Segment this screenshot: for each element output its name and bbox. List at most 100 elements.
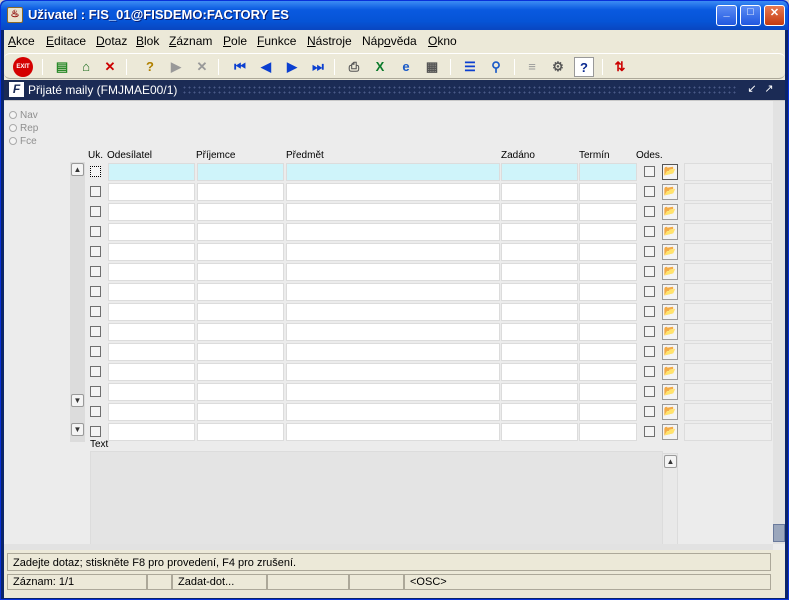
edit-icon[interactable]: ≡ <box>522 57 542 77</box>
sender-field[interactable] <box>108 363 195 381</box>
assigned-field[interactable] <box>501 343 578 361</box>
open-folder-icon[interactable]: 📂 <box>662 384 678 400</box>
menu-item-7[interactable]: Nástroje <box>307 34 352 48</box>
assigned-field[interactable] <box>501 383 578 401</box>
deadline-field[interactable] <box>579 303 637 321</box>
open-folder-icon[interactable]: 📂 <box>662 164 678 180</box>
assigned-field[interactable] <box>501 423 578 441</box>
uk-checkbox[interactable] <box>90 346 101 357</box>
open-folder-icon[interactable]: 📂 <box>662 284 678 300</box>
deadline-field[interactable] <box>579 163 637 181</box>
subject-field[interactable] <box>286 363 500 381</box>
subject-field[interactable] <box>286 183 500 201</box>
excel-icon[interactable]: X <box>370 57 390 77</box>
uk-checkbox[interactable] <box>90 246 101 257</box>
open-folder-icon[interactable]: 📂 <box>662 184 678 200</box>
assigned-field[interactable] <box>501 303 578 321</box>
text-scroll-up-icon[interactable]: ▲ <box>664 455 677 468</box>
sender-field[interactable] <box>108 423 195 441</box>
menu-item-1[interactable]: Editace <box>46 34 86 48</box>
recipient-field[interactable] <box>197 423 284 441</box>
uk-checkbox[interactable] <box>90 266 101 277</box>
menu-item-6[interactable]: Funkce <box>257 34 296 48</box>
uk-checkbox[interactable] <box>90 326 101 337</box>
radio-nav[interactable]: Nav <box>9 110 38 121</box>
title-bar[interactable]: ♨ Uživatel : FIS_01@FISDEMO:FACTORY ES _… <box>1 1 788 30</box>
open-folder-icon[interactable]: 📂 <box>662 204 678 220</box>
assigned-field[interactable] <box>501 403 578 421</box>
recipient-field[interactable] <box>197 223 284 241</box>
uk-checkbox[interactable] <box>90 306 101 317</box>
open-folder-icon[interactable]: 📂 <box>662 344 678 360</box>
deadline-field[interactable] <box>579 203 637 221</box>
deadline-field[interactable] <box>579 283 637 301</box>
uk-checkbox[interactable] <box>90 186 101 197</box>
scroll-down-icon[interactable]: ▼ <box>71 394 84 407</box>
subject-field[interactable] <box>286 223 500 241</box>
sent-checkbox[interactable] <box>644 206 655 217</box>
sent-checkbox[interactable] <box>644 386 655 397</box>
open-folder-icon[interactable]: 📂 <box>662 224 678 240</box>
form-title-bar[interactable]: F Přijaté maily (FMJMAE00/1) ↙ ↗ <box>4 80 785 100</box>
assigned-field[interactable] <box>501 363 578 381</box>
recipient-field[interactable] <box>197 383 284 401</box>
sender-field[interactable] <box>108 223 195 241</box>
recipient-field[interactable] <box>197 243 284 261</box>
recipient-field[interactable] <box>197 363 284 381</box>
form-maximize-icon[interactable]: ↗ <box>762 82 776 96</box>
recipient-field[interactable] <box>197 203 284 221</box>
uk-checkbox[interactable] <box>90 406 101 417</box>
sent-checkbox[interactable] <box>644 226 655 237</box>
cancel-query-icon[interactable]: ✕ <box>192 57 212 77</box>
sent-checkbox[interactable] <box>644 186 655 197</box>
subject-field[interactable] <box>286 163 500 181</box>
recipient-field[interactable] <box>197 183 284 201</box>
recipient-field[interactable] <box>197 343 284 361</box>
deadline-field[interactable] <box>579 323 637 341</box>
sender-field[interactable] <box>108 263 195 281</box>
subject-field[interactable] <box>286 423 500 441</box>
recipient-field[interactable] <box>197 303 284 321</box>
open-folder-icon[interactable]: 📂 <box>662 244 678 260</box>
subject-field[interactable] <box>286 343 500 361</box>
uk-checkbox[interactable] <box>90 206 101 217</box>
recipient-field[interactable] <box>197 163 284 181</box>
open-folder-icon[interactable]: 📂 <box>662 364 678 380</box>
sender-field[interactable] <box>108 163 195 181</box>
first-record-icon[interactable]: ⏮ <box>230 57 250 77</box>
subject-field[interactable] <box>286 283 500 301</box>
export-icon[interactable]: ▦ <box>422 57 442 77</box>
sender-field[interactable] <box>108 343 195 361</box>
delete-record-icon[interactable]: ✕ <box>100 57 120 77</box>
uk-checkbox[interactable] <box>90 226 101 237</box>
sent-checkbox[interactable] <box>644 366 655 377</box>
assigned-field[interactable] <box>501 183 578 201</box>
sent-checkbox[interactable] <box>644 306 655 317</box>
sent-checkbox[interactable] <box>644 286 655 297</box>
uk-checkbox[interactable] <box>90 386 101 397</box>
subject-field[interactable] <box>286 303 500 321</box>
menu-item-3[interactable]: Blok <box>136 34 159 48</box>
menu-item-0[interactable]: Akce <box>8 34 35 48</box>
deadline-field[interactable] <box>579 383 637 401</box>
sent-checkbox[interactable] <box>644 346 655 357</box>
help-icon[interactable]: ? <box>574 57 594 77</box>
recipient-field[interactable] <box>197 323 284 341</box>
menu-item-2[interactable]: Dotaz <box>96 34 127 48</box>
subject-field[interactable] <box>286 383 500 401</box>
sender-field[interactable] <box>108 403 195 421</box>
close-button[interactable]: ✕ <box>764 5 785 26</box>
menu-item-8[interactable]: Nápověda <box>362 34 417 48</box>
open-folder-icon[interactable]: 📂 <box>662 324 678 340</box>
assigned-field[interactable] <box>501 263 578 281</box>
search-icon[interactable]: ⚲ <box>486 57 506 77</box>
sent-checkbox[interactable] <box>644 426 655 437</box>
open-folder-icon[interactable]: 📂 <box>662 404 678 420</box>
uk-checkbox[interactable] <box>90 166 101 177</box>
menu-item-9[interactable]: Okno <box>428 34 457 48</box>
deadline-field[interactable] <box>579 263 637 281</box>
sender-field[interactable] <box>108 243 195 261</box>
browser-icon[interactable]: e <box>396 57 416 77</box>
previous-record-icon[interactable]: ◀ <box>256 57 276 77</box>
settings-icon[interactable]: ⚙ <box>548 57 568 77</box>
